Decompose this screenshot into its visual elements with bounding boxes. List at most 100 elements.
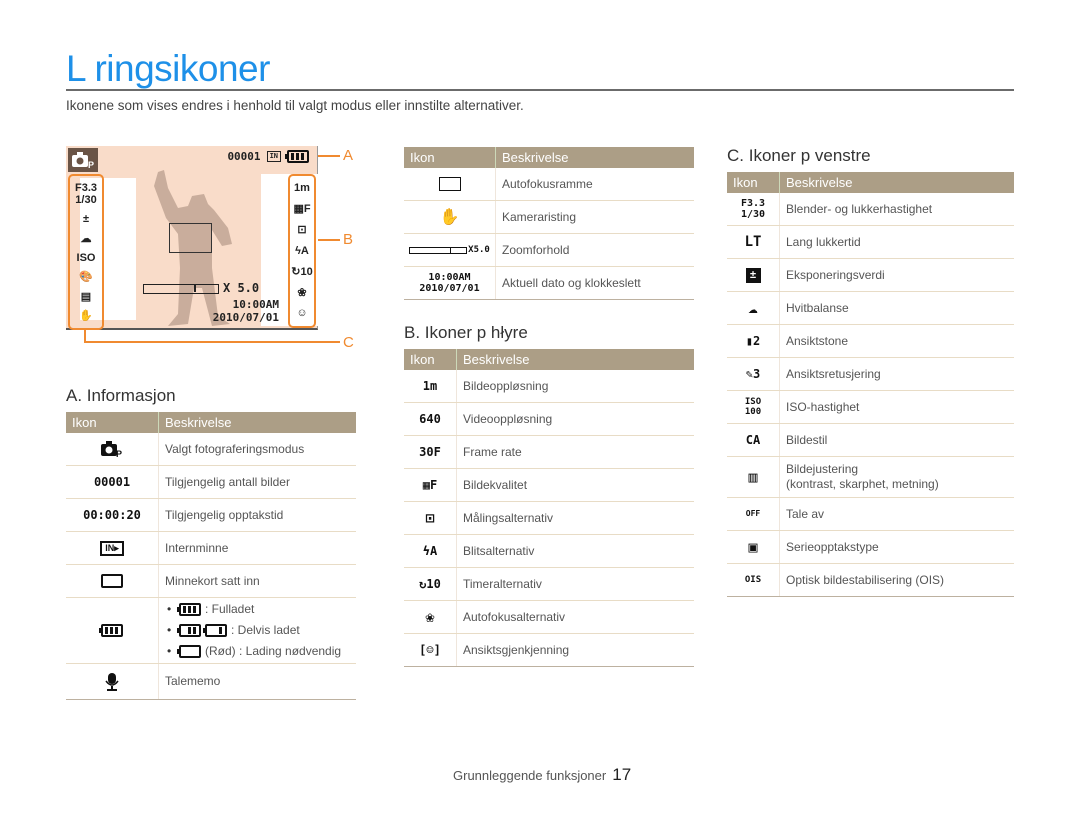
row-description: Bildestil <box>786 432 828 447</box>
battery-empty-icon <box>177 645 201 658</box>
row-description: Bildeoppløsning <box>463 378 549 393</box>
timer-icon: ↻10 <box>404 568 457 600</box>
column-header-icon: Ikon <box>404 349 457 370</box>
row-description: Valgt fotograferingsmodus <box>165 441 305 456</box>
table-row: ϟA Blitsalternativ <box>404 535 694 568</box>
table-row: 00001 Tilgjengelig antall bilder <box>66 466 356 499</box>
row-description: Lang lukkertid <box>786 234 861 249</box>
table-row: ❀ Autofokusalternativ <box>404 601 694 634</box>
row-description: Tilgjengelig opptakstid <box>165 507 284 522</box>
table-row: 10:00AM 2010/07/01 Aktuell dato og klokk… <box>404 267 694 300</box>
battery-full-icon <box>177 603 201 616</box>
row-description: : Fulladet : Delvis ladet (Rød) : Lading… <box>159 599 341 662</box>
row-description: Aktuell dato og klokkeslett <box>502 275 641 290</box>
row-description: Tale av <box>786 506 825 521</box>
table-row: ▥ Bildejustering (kontrast, skarphet, metn… <box>727 457 1014 498</box>
row-description: Autofokusalternativ <box>463 609 566 624</box>
autofocus-frame-icon <box>404 168 496 200</box>
row-description: Målingsalternativ <box>463 510 554 525</box>
voice-memo-icon <box>66 664 159 699</box>
row-description: Bildejustering (kontrast, skarphet, metni… <box>786 462 939 491</box>
battery-level-list: : Fulladet : Delvis ladet (Rød) : Lading… <box>165 599 341 662</box>
table-row: 30F Frame rate <box>404 436 694 469</box>
table-row: ✎3 Ansiktsretusjering <box>727 358 1014 391</box>
left-icon-column: F3.3 1/30 ± ☁ ISO 🎨 ▤ ✋ <box>68 174 104 330</box>
face-tone-icon: ▮2 <box>727 325 780 357</box>
callout-line-a <box>318 155 340 157</box>
table-row: ▣ Serieopptakstype <box>727 531 1014 564</box>
iso-icon: ISO <box>76 251 96 264</box>
photo-style-icon: 🎨 <box>79 271 93 284</box>
column-header-description: Beskrivelse <box>463 352 530 367</box>
table-row: OIS Optisk bildestabilisering (OIS) <box>727 564 1014 597</box>
zoom-ratio-icon: X5.0 <box>404 234 496 266</box>
camera-screen-illustration: P 00001 IN X 5.0 10:00AM 2010/07/01 F3.3… <box>66 146 318 330</box>
face-retouch-icon: ✎3 <box>727 358 780 390</box>
date-time-readout: 10:00AM 2010/07/01 <box>213 298 279 324</box>
timer-icon: ↻10 <box>291 265 313 278</box>
autofocus-frame <box>169 223 212 253</box>
shot-counter-icon: 00001 <box>66 466 159 498</box>
column-header-description: Beskrivelse <box>786 175 853 190</box>
section-b-heading: B. Ikoner p hłyre <box>404 323 528 342</box>
row-description: Ansiktsgjenkjenning <box>463 642 570 657</box>
table-row: ✋ Kameraristing <box>404 201 694 234</box>
table-row: F3.3 1/30 Blender- og lukkerhastighet <box>727 193 1014 226</box>
row-description: Videooppløsning <box>463 411 553 426</box>
table-row: Talememo <box>66 664 356 700</box>
row-description: Hvitbalanse <box>786 300 849 315</box>
exposure-value-icon: ± <box>727 259 780 291</box>
battery-level-full: : Fulladet <box>165 599 341 620</box>
table-row: : Fulladet : Delvis ladet (Rød) : Lading… <box>66 598 356 664</box>
macro-focus-icon: ❀ <box>297 286 307 299</box>
aperture-shutter-icon: F3.3 1/30 <box>74 181 97 206</box>
table-row: OFF Tale av <box>727 498 1014 531</box>
aperture-shutter-icon: F3.3 1/30 <box>727 193 780 225</box>
battery-two-thirds-icon <box>177 624 201 637</box>
table-header: Ikon Beskrivelse <box>66 412 356 433</box>
photo-resolution-icon: 1m <box>294 182 310 195</box>
battery-one-third-icon <box>203 624 227 637</box>
video-resolution-icon: 640 <box>404 403 457 435</box>
column-header-description: Beskrivelse <box>502 150 569 165</box>
table-header: Ikon Beskrivelse <box>404 147 694 168</box>
voice-off-icon: OFF <box>727 498 780 530</box>
svg-text:P: P <box>88 160 94 169</box>
center-info-table: Ikon Beskrivelse Autofokusramme ✋ Kamera… <box>404 147 694 300</box>
flash-auto-icon: ϟA <box>404 535 457 567</box>
row-description: Frame rate <box>463 444 522 459</box>
row-description: Minnekort satt inn <box>165 573 260 588</box>
svg-text:P: P <box>116 449 122 458</box>
row-description: Blender- og lukkerhastighet <box>786 201 933 216</box>
record-time-icon: 00:00:20 <box>66 499 159 531</box>
table-row: ☁ Hvitbalanse <box>727 292 1014 325</box>
battery-icon <box>66 598 159 663</box>
white-balance-icon: ☁ <box>727 292 780 324</box>
page-title: L ringsikoner <box>66 48 270 89</box>
battery-icon <box>285 150 309 163</box>
column-header-icon: Ikon <box>66 412 159 433</box>
callout-line-c <box>84 341 340 343</box>
row-description: Optisk bildestabilisering (OIS) <box>786 572 945 587</box>
burst-mode-icon: ▤ <box>80 290 92 303</box>
time-text: 10:00AM <box>232 298 279 311</box>
intro-text: Ikonene som vises endres i henhold til v… <box>66 98 524 113</box>
row-description: Eksponeringsverdi <box>786 267 885 282</box>
section-c-table: Ikon Beskrivelse F3.3 1/30 Blender- og lu… <box>727 172 1014 597</box>
long-time-icon: LT <box>727 226 780 258</box>
zoom-bar <box>143 284 219 294</box>
table-row: 640 Videooppløsning <box>404 403 694 436</box>
table-row: LT Lang lukkertid <box>727 226 1014 259</box>
right-icon-column: 1m ▦F ⊡ ϟA ↻10 ❀ ☺ <box>288 174 316 328</box>
ois-icon: ✋ <box>79 310 93 323</box>
section-b-table: Ikon Beskrivelse 1m Bildeoppløsning 640 Vi… <box>404 349 694 667</box>
table-row: X5.0 Zoomforhold <box>404 234 694 267</box>
footer-section-name: Grunnleggende funksjoner <box>453 768 607 783</box>
camera-mode-icon: P <box>68 148 98 172</box>
camera-mode-icon: P <box>66 433 159 465</box>
row-description: Ansiktstone <box>786 333 849 348</box>
table-row: Minnekort satt inn <box>66 565 356 598</box>
table-header: Ikon Beskrivelse <box>404 349 694 370</box>
callout-label-b: B <box>343 231 354 248</box>
macro-focus-icon: ❀ <box>404 601 457 633</box>
